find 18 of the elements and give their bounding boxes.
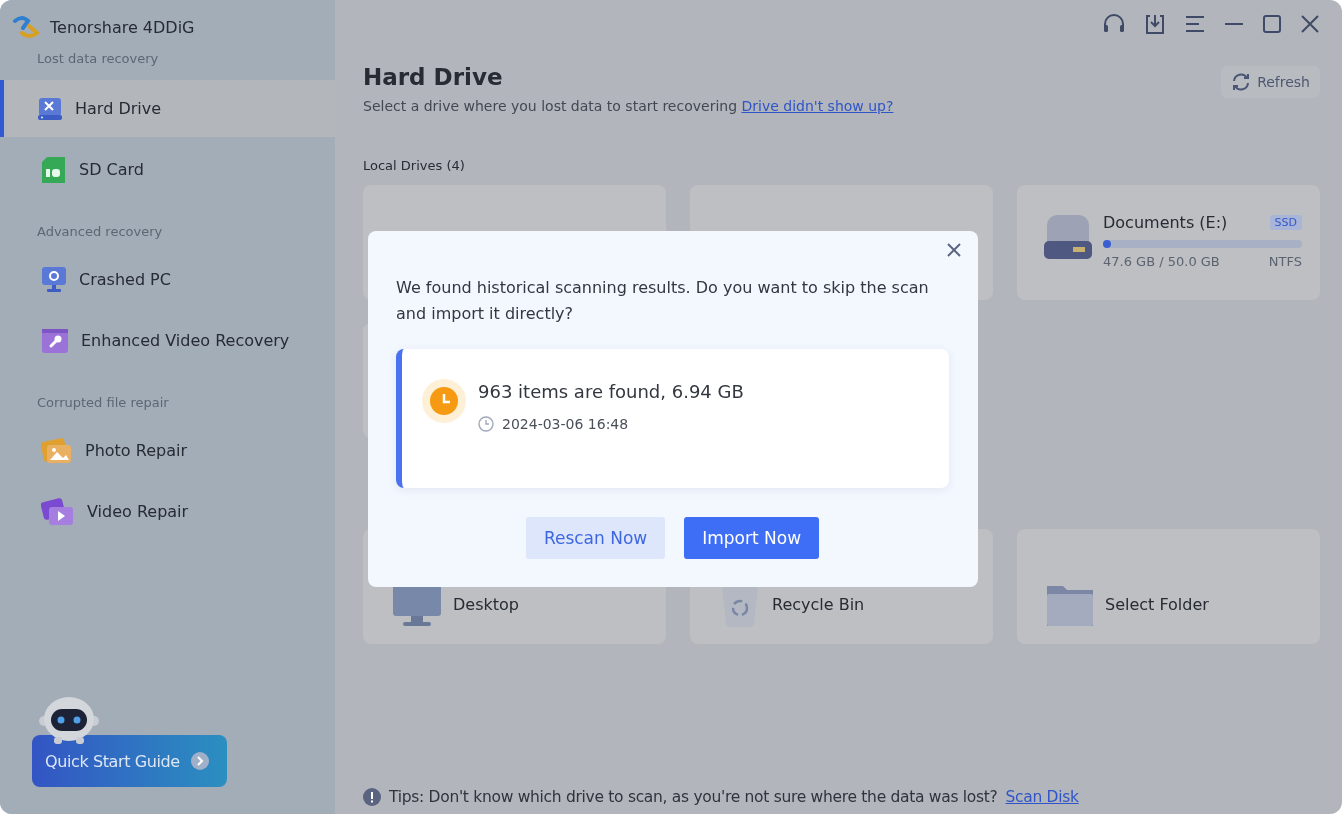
section-heading: Advanced recovery bbox=[36, 223, 164, 241]
section-heading: Local Drives (4) bbox=[363, 158, 466, 173]
file-system: NTFS bbox=[1268, 254, 1302, 269]
dialog-message: We found historical scanning results. Do you want to skip the scan and import it directly? bbox=[396, 277, 930, 325]
location-name: Recycle Bin bbox=[772, 595, 865, 614]
drive-usage: 47.6 GB / 50.0 GB bbox=[1103, 254, 1220, 269]
tip-text: Tips: Don't know which drive to scan, as you're not sure where the data was lost? bbox=[389, 788, 998, 806]
page-title: Hard Drive bbox=[363, 64, 504, 90]
ssd-badge: SSD bbox=[1269, 215, 1302, 230]
section-heading: Corrupted file repair bbox=[36, 394, 170, 412]
result-summary: 963 items are found, 6.94 GB bbox=[478, 381, 744, 402]
location-name: Select Folder bbox=[1105, 595, 1209, 614]
location-name: Desktop bbox=[453, 595, 519, 614]
app-name: Tenorshare 4DDiG bbox=[50, 17, 195, 37]
section-heading: Lost data recovery bbox=[36, 50, 160, 68]
drive-name: Documents (E:) bbox=[1103, 213, 1228, 232]
scan-time: 2024-03-06 16:48 bbox=[502, 416, 629, 432]
page-subtitle: Select a drive where you lost data to start recovering bbox=[363, 98, 738, 114]
